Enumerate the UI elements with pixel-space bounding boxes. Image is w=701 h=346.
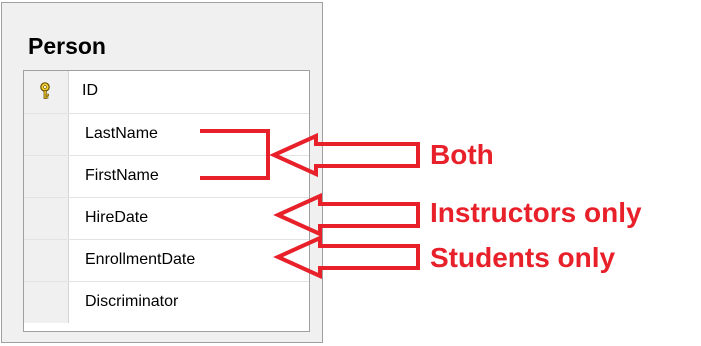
instructors-arrow (273, 192, 420, 238)
both-bracket (200, 129, 270, 180)
instructors-only-label: Instructors only (430, 197, 642, 228)
both-label: Both (430, 139, 494, 170)
students-only-label: Students only (430, 242, 616, 273)
both-arrow (269, 132, 420, 178)
annotation-arrows (200, 129, 420, 280)
students-arrow (273, 234, 420, 280)
